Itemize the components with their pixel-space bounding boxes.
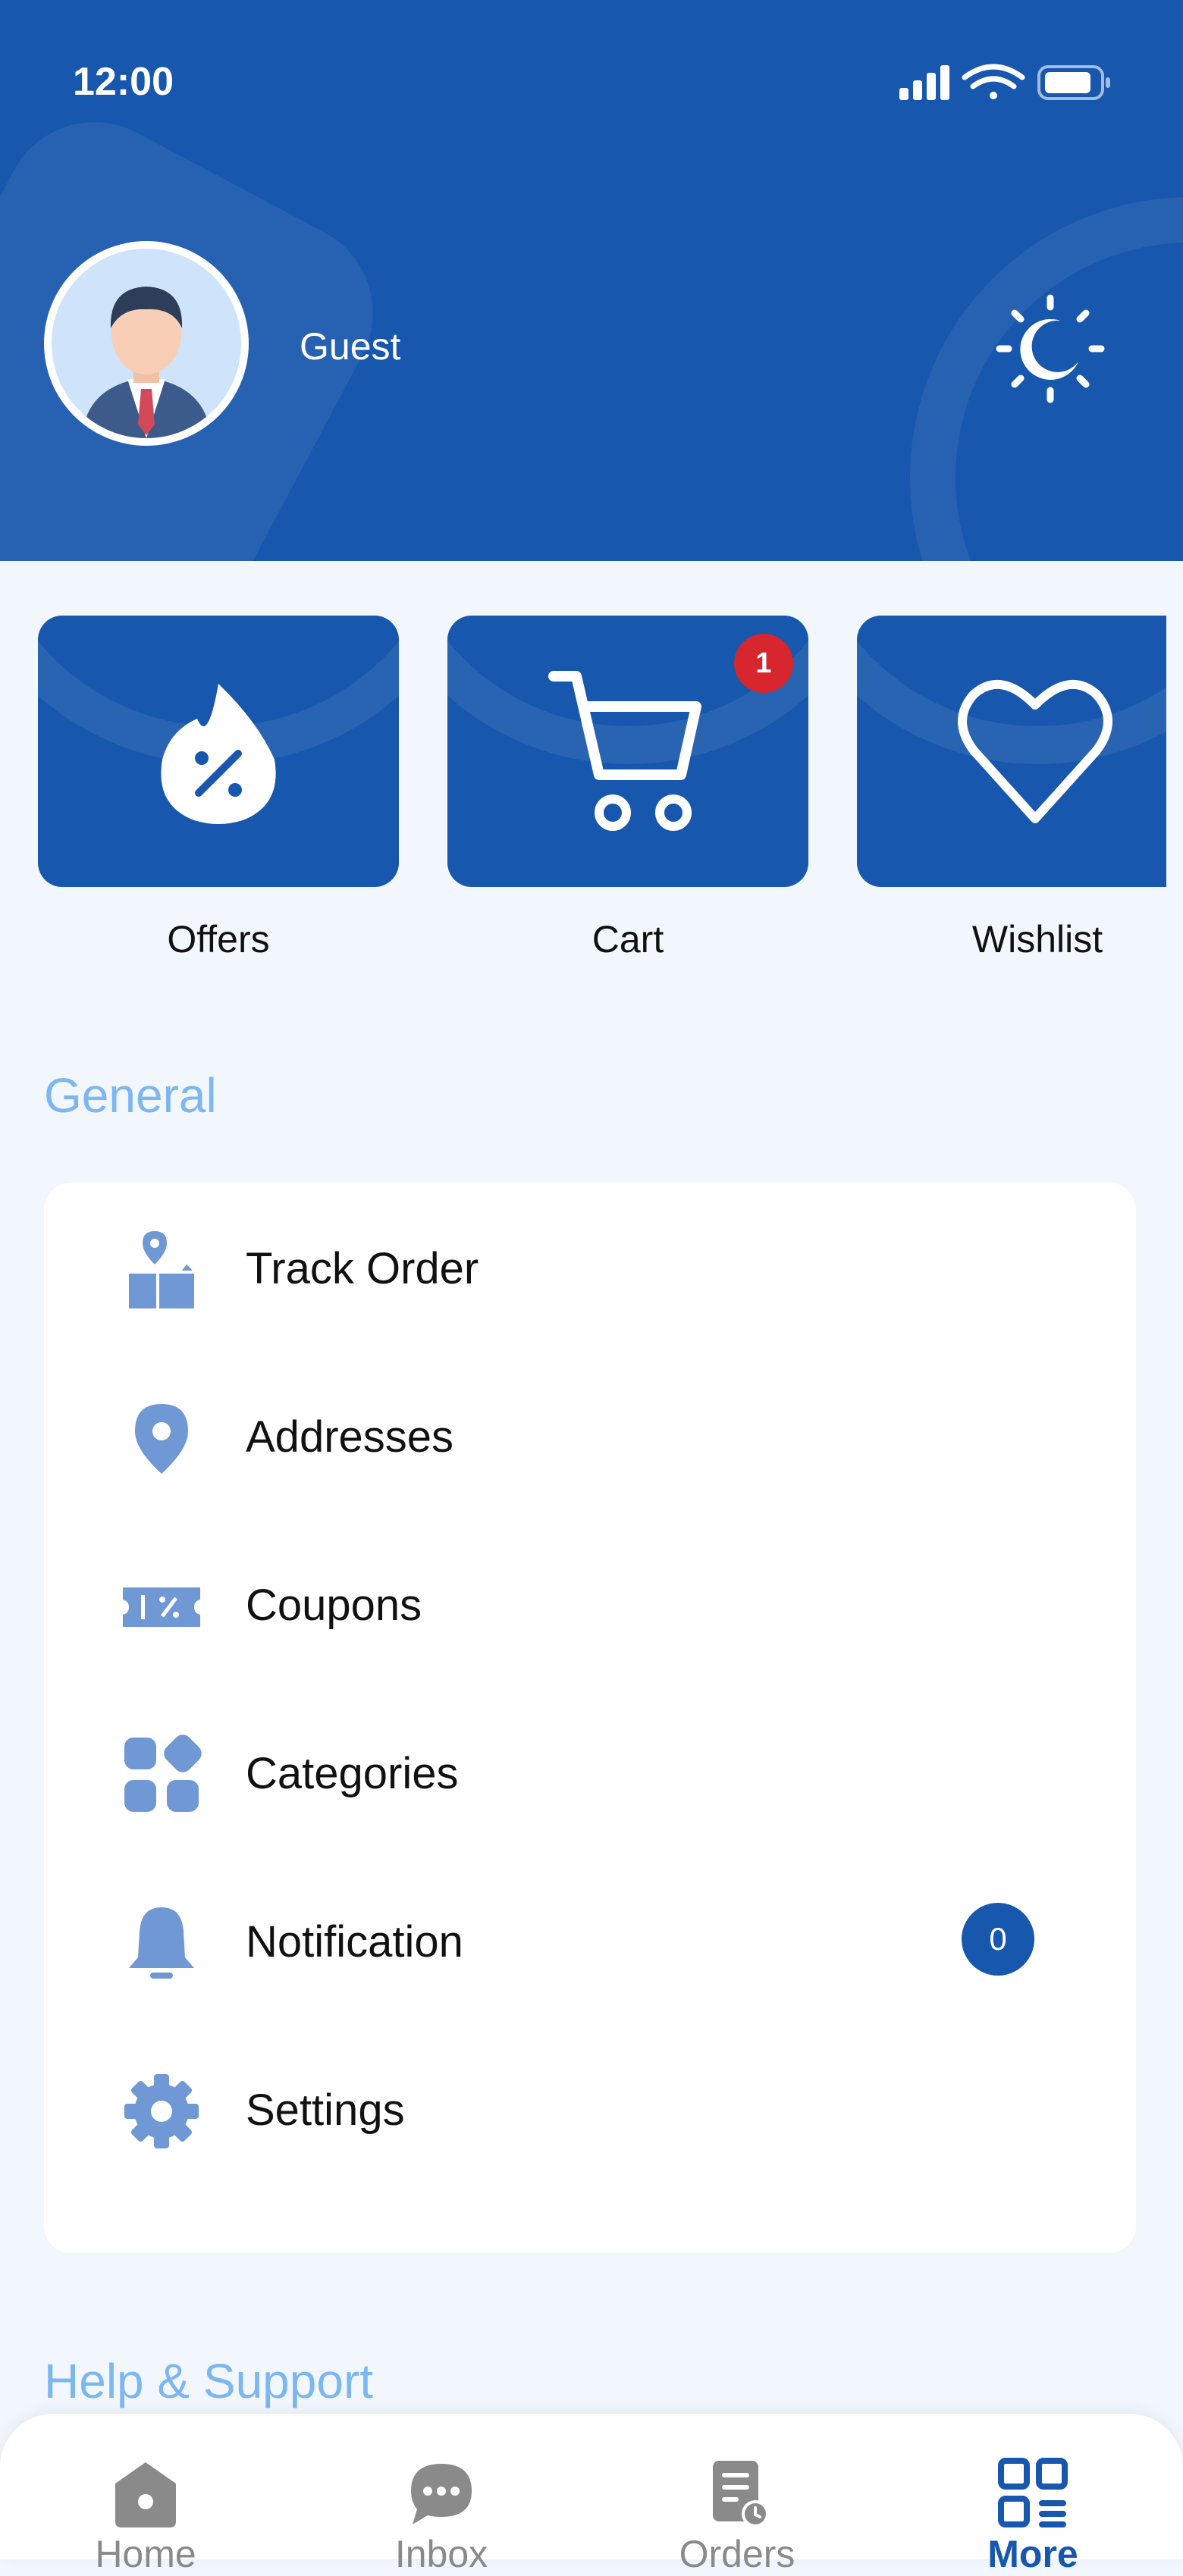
nav-label: Orders bbox=[679, 2533, 795, 2575]
location-pin-icon bbox=[135, 1404, 188, 1474]
orders-icon bbox=[713, 2461, 769, 2527]
menu-item-notification[interactable]: Notification 0 bbox=[44, 1856, 1136, 2024]
wishlist-label: Wishlist bbox=[971, 918, 1103, 961]
menu-item-label: Notification bbox=[246, 1917, 463, 1966]
wishlist-tile[interactable] bbox=[857, 616, 1166, 887]
menu-item-label: Addresses bbox=[246, 1412, 454, 1462]
battery-icon bbox=[1037, 65, 1110, 100]
menu-item-settings[interactable]: Settings bbox=[44, 2024, 1136, 2192]
cart-badge: 1 bbox=[734, 634, 793, 693]
offers-tile[interactable] bbox=[38, 616, 399, 887]
theme-toggle-icon[interactable] bbox=[993, 292, 1107, 406]
profile-name: Guest bbox=[300, 325, 401, 368]
menu-item-track-order[interactable]: Track Order bbox=[44, 1183, 1136, 1351]
menu-item-label: Track Order bbox=[246, 1244, 479, 1293]
general-menu-card: Track Order Addresses Coupons Categories bbox=[44, 1183, 1136, 2253]
bottom-navigation: Home Inbox Orders More bbox=[0, 2414, 1183, 2575]
section-title-help: Help & Support bbox=[44, 2354, 374, 2408]
avatar[interactable] bbox=[44, 241, 249, 446]
categories-icon bbox=[124, 1735, 202, 1812]
bell-icon bbox=[129, 1907, 194, 1979]
heart-icon bbox=[958, 680, 1112, 823]
profile-header: 12:00 Guest bbox=[0, 0, 1183, 561]
offers-icon bbox=[161, 684, 276, 824]
menu-item-addresses[interactable]: Addresses bbox=[44, 1351, 1136, 1519]
status-time: 12:00 bbox=[73, 60, 174, 104]
wifi-icon bbox=[962, 64, 1025, 99]
home-icon bbox=[115, 2462, 176, 2527]
signal-icon bbox=[899, 65, 949, 100]
status-icons bbox=[899, 64, 1110, 100]
menu-item-label: Coupons bbox=[246, 1581, 422, 1630]
nav-label: More bbox=[987, 2533, 1078, 2575]
menu-item-categories[interactable]: Categories bbox=[44, 1688, 1136, 1856]
track-order-icon bbox=[123, 1231, 194, 1308]
cart-label: Cart bbox=[592, 918, 664, 961]
more-grid-icon bbox=[998, 2458, 1068, 2527]
chat-icon bbox=[411, 2464, 472, 2524]
section-title-general: General bbox=[44, 1068, 217, 1123]
gear-icon bbox=[124, 2074, 199, 2148]
nav-more[interactable]: More bbox=[919, 2414, 1147, 2575]
nav-inbox[interactable]: Inbox bbox=[328, 2414, 555, 2575]
nav-label: Home bbox=[95, 2533, 196, 2575]
nav-label: Inbox bbox=[394, 2533, 488, 2575]
nav-home[interactable]: Home bbox=[32, 2414, 259, 2575]
menu-item-label: Settings bbox=[246, 2086, 405, 2135]
coupon-icon bbox=[123, 1587, 200, 1627]
nav-orders[interactable]: Orders bbox=[623, 2414, 851, 2575]
offers-label: Offers bbox=[167, 918, 270, 961]
menu-item-coupons[interactable]: Coupons bbox=[44, 1519, 1136, 1688]
user-avatar-icon bbox=[82, 287, 211, 438]
menu-item-label: Categories bbox=[246, 1749, 459, 1798]
cart-icon bbox=[548, 671, 701, 831]
notification-badge: 0 bbox=[962, 1903, 1034, 1976]
